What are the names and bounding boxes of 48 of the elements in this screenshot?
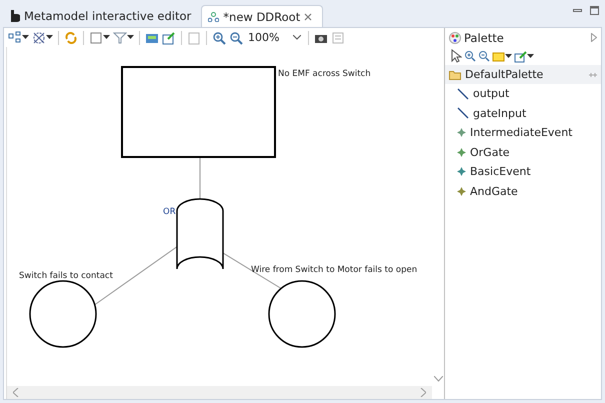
network-icon[interactable] xyxy=(32,30,46,44)
chevron-icon[interactable] xyxy=(293,35,302,40)
or-gate-shape xyxy=(176,198,224,270)
connection-icon xyxy=(457,88,469,100)
dropdown-icon[interactable] xyxy=(127,35,134,40)
palette-title: Palette xyxy=(464,30,505,44)
connection-icon xyxy=(457,107,469,120)
basic-event-circle xyxy=(29,280,97,348)
import-icon[interactable] xyxy=(162,30,176,44)
folder-icon xyxy=(449,70,462,80)
palette-item[interactable]: output xyxy=(445,84,601,104)
dropdown-icon[interactable] xyxy=(505,54,512,58)
node-label: Switch fails to contact xyxy=(19,271,113,281)
collapse-icon[interactable] xyxy=(591,33,597,42)
dropdown-icon[interactable] xyxy=(103,35,110,40)
palette-item[interactable]: AndGate xyxy=(445,182,601,201)
note-attachment-icon[interactable] xyxy=(514,50,527,62)
zoom-out-icon[interactable] xyxy=(229,30,243,44)
select-icon[interactable] xyxy=(449,49,462,63)
editor-icon xyxy=(10,10,20,22)
editor-tab[interactable]: Metamodel interactive editor xyxy=(4,5,202,27)
palette-drawer[interactable]: DefaultPalette xyxy=(445,65,601,84)
scroll-right-icon[interactable] xyxy=(420,388,426,397)
node-label: Wire from Switch to Motor fails to open xyxy=(251,265,418,275)
dropdown-icon[interactable] xyxy=(527,54,534,58)
basic-event-circle xyxy=(268,280,336,348)
zoom-in-icon[interactable] xyxy=(464,50,476,62)
zoom-combo[interactable]: 100% xyxy=(246,31,304,44)
dropdown-icon[interactable] xyxy=(22,35,29,40)
maximize-icon[interactable] xyxy=(590,6,599,15)
scroll-left-icon[interactable] xyxy=(13,388,19,397)
minimize-icon[interactable] xyxy=(573,6,582,15)
palette-item[interactable]: OrGate xyxy=(445,142,601,162)
zoom-out-icon[interactable] xyxy=(478,50,490,62)
palette-icon xyxy=(449,32,461,44)
layout-icon[interactable] xyxy=(8,30,22,44)
diagram-icon xyxy=(208,12,220,22)
close-icon[interactable] xyxy=(304,12,312,20)
editor-tab[interactable]: *new DDRoot xyxy=(201,5,324,27)
scroll-down-icon[interactable] xyxy=(434,376,442,382)
refresh-icon[interactable] xyxy=(64,30,78,44)
dropdown-icon[interactable] xyxy=(46,35,53,40)
palette-item[interactable]: gateInput xyxy=(445,104,601,123)
node-label: OR xyxy=(163,207,176,217)
zoom-in-icon[interactable] xyxy=(212,30,226,44)
palette-item[interactable]: BasicEvent xyxy=(445,162,601,182)
palette-item[interactable]: IntermediateEvent xyxy=(445,123,601,142)
node-label: No EMF across Switch xyxy=(278,69,371,79)
